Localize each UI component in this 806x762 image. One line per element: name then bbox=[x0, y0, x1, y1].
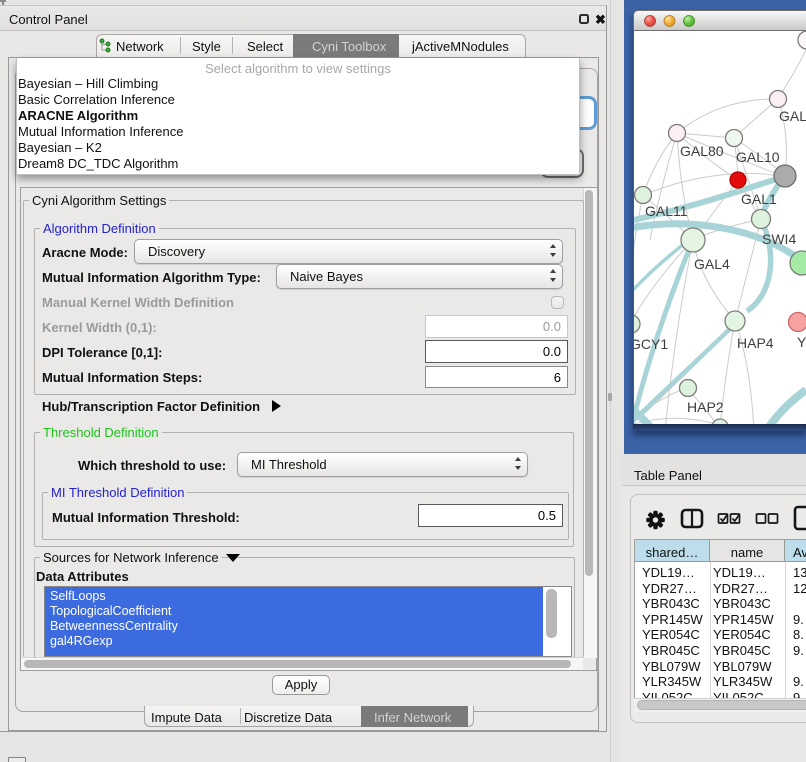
svg-text:SWI4: SWI4 bbox=[762, 231, 796, 247]
svg-text:GAL1: GAL1 bbox=[741, 191, 777, 207]
svg-text:GCY1: GCY1 bbox=[634, 336, 668, 352]
svg-text:HAP4: HAP4 bbox=[737, 335, 774, 351]
svg-text:GAL11: GAL11 bbox=[645, 203, 688, 219]
svg-text:YG: YG bbox=[797, 334, 806, 350]
svg-text:HAP2: HAP2 bbox=[687, 399, 724, 415]
svg-text:GAL80: GAL80 bbox=[680, 143, 724, 159]
svg-text:GAL4: GAL4 bbox=[694, 256, 730, 272]
svg-text:GAL10: GAL10 bbox=[736, 149, 780, 165]
svg-text:GAL7: GAL7 bbox=[779, 108, 806, 124]
